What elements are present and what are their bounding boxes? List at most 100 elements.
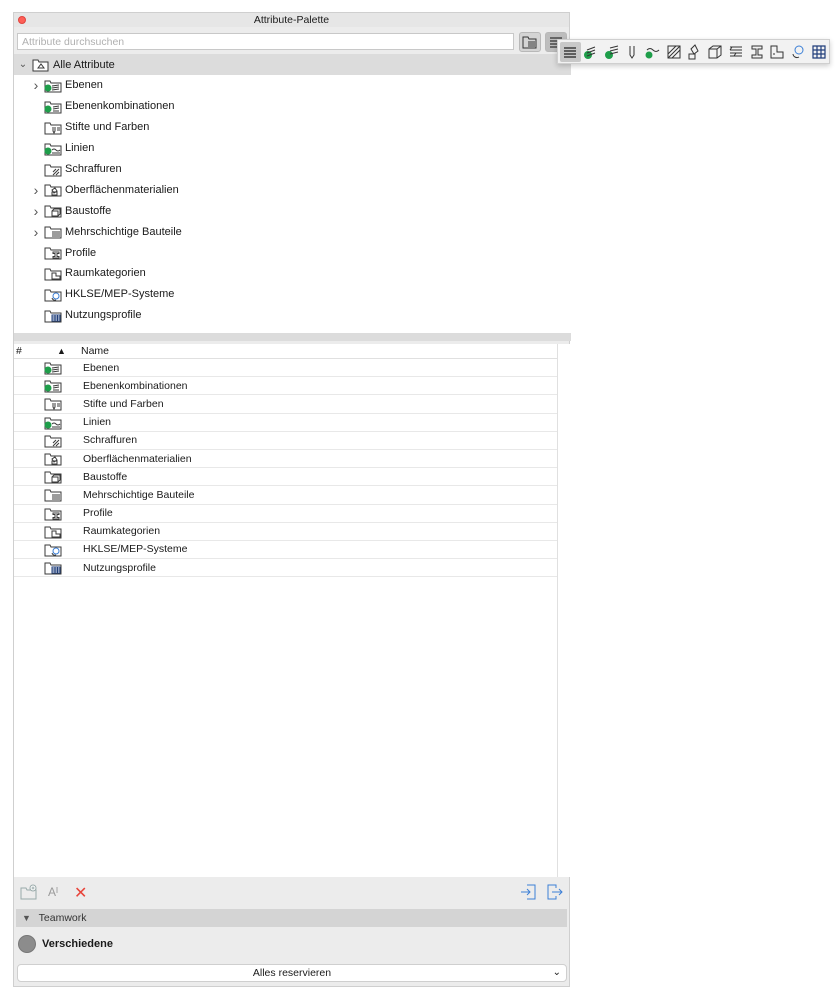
tree-item[interactable]: › Ebenen	[14, 75, 571, 96]
tree-item-label: Ebenen	[65, 79, 103, 92]
fills-icon	[44, 433, 62, 448]
tree-item-label: HKLSE/MEP-Systeme	[65, 288, 175, 301]
tree-item-label: Raumkategorien	[65, 267, 146, 280]
layers-icon	[44, 78, 62, 93]
tree-item[interactable]: › Mehrschichtige Bauteile	[14, 221, 571, 242]
mep-systems-icon[interactable]	[788, 42, 809, 62]
mep-systems-icon	[44, 542, 62, 557]
profiles-icon	[44, 245, 62, 260]
pane-splitter[interactable]	[14, 333, 571, 341]
reserve-all-dropdown[interactable]: Alles reservieren ⌄	[17, 964, 567, 982]
new-folder-icon[interactable]	[20, 884, 38, 903]
table-row[interactable]: Profile	[14, 505, 571, 523]
reserve-all-label: Alles reservieren	[252, 967, 332, 979]
tree-item[interactable]: Profile	[14, 242, 571, 263]
fills-icon[interactable]	[663, 42, 684, 62]
delete-icon[interactable]: ✕	[74, 883, 87, 903]
tree-item[interactable]: Raumkategorien	[14, 263, 571, 284]
column-number[interactable]: #	[14, 345, 42, 357]
tree-item[interactable]: Stifte und Farben	[14, 117, 571, 138]
column-sort-indicator[interactable]: ▲	[42, 346, 81, 356]
row-name: Schraffuren	[83, 434, 138, 447]
operation-profiles-icon[interactable]	[808, 42, 829, 62]
import-icon[interactable]	[520, 883, 538, 904]
composites-icon	[44, 487, 62, 502]
pens-colors-icon[interactable]	[622, 42, 643, 62]
teamwork-section-header[interactable]: ▼ Teamwork	[16, 909, 567, 927]
tree-item-label: Ebenenkombinationen	[65, 100, 175, 113]
tree-item[interactable]: Linien	[14, 138, 571, 159]
surfaces-icon	[44, 451, 62, 466]
all-types-icon[interactable]	[560, 41, 581, 62]
table-row[interactable]: Raumkategorien	[14, 523, 571, 541]
tree-view-button[interactable]	[519, 32, 541, 52]
table-row[interactable]: Oberflächenmaterialien	[14, 450, 571, 469]
row-name: Raumkategorien	[83, 525, 161, 538]
search-input[interactable]	[17, 33, 514, 50]
attribute-type-popup	[557, 39, 830, 64]
chevron-down-icon: ⌄	[552, 967, 561, 978]
lines-icon[interactable]	[643, 42, 664, 62]
layers-icon[interactable]	[581, 42, 602, 62]
tree-item-label: Stifte und Farben	[65, 121, 150, 134]
zone-categories-icon[interactable]	[767, 42, 788, 62]
table-row[interactable]: Baustoffe	[14, 468, 571, 487]
list-header: # ▲ Name	[14, 344, 571, 359]
rename-icon[interactable]: Aᴵ	[48, 885, 58, 899]
tree-item[interactable]: › Baustoffe	[14, 200, 571, 221]
list-scrollbar[interactable]	[557, 344, 571, 877]
chevron-right-icon[interactable]: ›	[28, 203, 44, 219]
chevron-right-icon[interactable]: ›	[28, 182, 44, 198]
window-title: Attribute-Palette	[253, 14, 330, 26]
layers-icon	[44, 360, 62, 375]
table-row[interactable]: Ebenenkombinationen	[14, 377, 571, 396]
tree-item[interactable]: Ebenenkombinationen	[14, 96, 571, 117]
row-name: Oberflächenmaterialien	[83, 452, 192, 465]
tree-item[interactable]: › Oberflächenmaterialien	[14, 179, 571, 200]
row-name: Ebenen	[83, 361, 120, 374]
tree-item-label: Oberflächenmaterialien	[65, 183, 179, 196]
table-row[interactable]: Ebenen	[14, 359, 571, 378]
row-name: Mehrschichtige Bauteile	[83, 488, 195, 501]
profiles-icon[interactable]	[746, 42, 767, 62]
composites-icon	[44, 224, 62, 239]
row-name: Linien	[83, 416, 112, 429]
operation-profiles-icon	[44, 308, 62, 323]
tree-items: › Ebenen Ebenenkombinationen Stifte und Far…	[14, 75, 571, 326]
table-row[interactable]: HKLSE/MEP-Systeme	[14, 541, 571, 560]
table-row[interactable]: Linien	[14, 414, 571, 432]
export-icon[interactable]	[545, 883, 563, 904]
tree-item[interactable]: Nutzungsprofile	[14, 305, 571, 326]
lines-icon	[44, 415, 62, 430]
operation-profiles-icon	[44, 560, 62, 575]
tree-item[interactable]: HKLSE/MEP-Systeme	[14, 284, 571, 305]
tree-item-label: Linien	[65, 142, 95, 155]
column-name[interactable]: Name	[81, 345, 571, 357]
building-materials-icon	[44, 203, 62, 218]
tree-item-label: Baustoffe	[65, 204, 112, 217]
disclosure-triangle-icon[interactable]: ▼	[22, 913, 31, 923]
tree-item-label: Schraffuren	[65, 163, 122, 175]
tree-root-all-attributes[interactable]: ⌄ Alle Attribute	[14, 54, 571, 75]
folder-tree-icon	[522, 36, 537, 49]
composites-icon[interactable]	[726, 42, 747, 62]
chevron-right-icon[interactable]: ›	[28, 224, 44, 240]
teamwork-status: Verschiedene	[18, 935, 113, 953]
chevron-down-icon[interactable]: ⌄	[18, 59, 28, 70]
lines-icon	[44, 141, 62, 156]
table-row[interactable]: Nutzungsprofile	[14, 559, 571, 578]
chevron-right-icon[interactable]: ›	[28, 77, 44, 93]
surfaces-icon[interactable]	[684, 42, 705, 62]
profiles-icon	[44, 506, 62, 521]
layer-combinations-icon	[44, 378, 62, 393]
table-row[interactable]: Schraffuren	[14, 432, 571, 450]
table-row[interactable]: Mehrschichtige Bauteile	[14, 486, 571, 505]
surfaces-icon	[44, 182, 62, 197]
table-row[interactable]: Stifte und Farben	[14, 395, 571, 414]
tree-item-label: Profile	[65, 246, 97, 259]
tree-item[interactable]: Schraffuren	[14, 159, 571, 180]
layer-combinations-icon[interactable]	[601, 42, 622, 62]
tree-item-label: Mehrschichtige Bauteile	[65, 225, 182, 238]
building-materials-icon[interactable]	[705, 42, 726, 62]
close-button[interactable]	[18, 16, 26, 24]
